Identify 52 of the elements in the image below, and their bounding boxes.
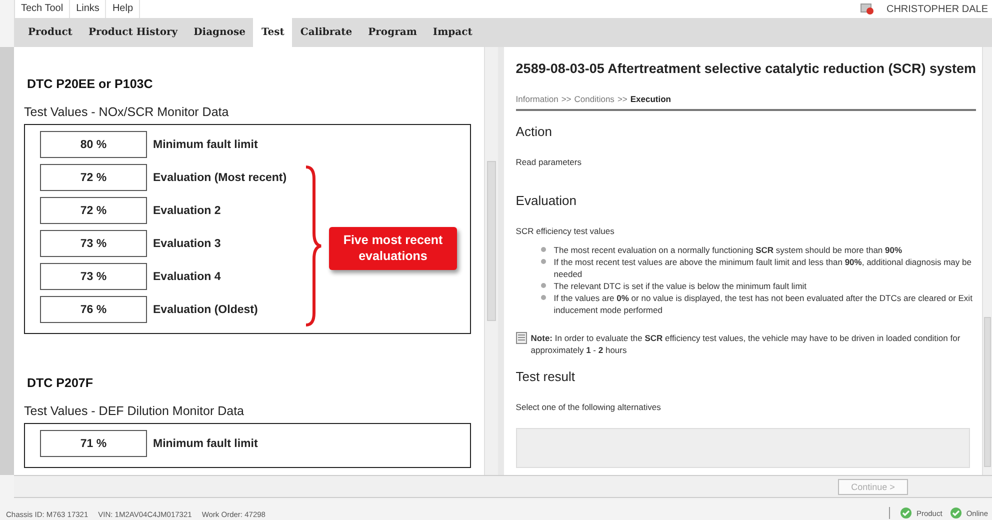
paragraph: Read parameters: [516, 157, 582, 167]
user-name: CHRISTOPHER DALE: [886, 4, 988, 14]
bullet-item: The relevant DTC is set if the value is below the minimum fault limit: [554, 280, 808, 292]
breadcrumb-item[interactable]: >>: [617, 94, 628, 104]
paragraph: Select one of the following alternatives: [516, 402, 662, 412]
user-icon: [860, 3, 874, 15]
value-cell: 76 %: [40, 296, 147, 323]
value-label: Evaluation 2: [153, 204, 221, 216]
note-icon: [516, 332, 527, 344]
value-cell: 80 %: [40, 131, 147, 158]
value-cell: 73 %: [40, 230, 147, 257]
section-heading: Test result: [516, 369, 576, 384]
note-text: Note: In order to evaluate the SCR efficiency test values, the vehicle may have to be driven in loaded condition for approximately 1 - 2 hours: [530, 332, 962, 356]
dtc-title: DTC P20EE or P103C: [27, 77, 154, 91]
value-cell: 72 %: [40, 164, 147, 191]
tab[interactable]: Product: [20, 18, 80, 47]
scrollbar[interactable]: [484, 47, 498, 475]
tab[interactable]: Calibrate: [292, 18, 360, 47]
bullet-icon: [540, 283, 546, 288]
breadcrumb-item[interactable]: >>: [561, 94, 572, 104]
breadcrumb-item[interactable]: Execution: [630, 94, 671, 104]
value-label: Minimum fault limit: [153, 138, 258, 150]
tab[interactable]: Test: [253, 18, 292, 47]
bullet-item: If the most recent test values are above the minimum fault limit and less than 90%, additional diagnosis may be needed: [554, 256, 972, 280]
value-label: Evaluation 4: [153, 270, 221, 282]
bullet-icon: [540, 247, 546, 252]
tab[interactable]: Program: [360, 18, 425, 47]
breadcrumb-item[interactable]: Information: [516, 94, 558, 104]
bullet-icon: [540, 259, 546, 264]
bullet-icon: [540, 295, 546, 300]
tab[interactable]: Product History: [80, 18, 186, 47]
dtc-title: DTC P207F: [27, 376, 94, 390]
value-label: Evaluation (Most recent): [153, 172, 287, 184]
bullet-item: The most recent evaluation on a normally functioning SCR system should be more than 90%: [554, 244, 904, 256]
value-cell: 73 %: [40, 263, 147, 290]
value-label: Evaluation (Oldest): [153, 304, 258, 316]
value-label: Evaluation 3: [153, 238, 221, 250]
tab[interactable]: Diagnose: [186, 18, 254, 47]
page-title: 2589-08-03-05 Aftertreatment selective catalytic reduction (SCR) system: [516, 61, 976, 76]
section-heading: Action: [516, 124, 553, 139]
value-cell: 71 %: [40, 430, 147, 457]
value-label: Minimum fault limit: [153, 438, 258, 450]
scrollbar[interactable]: [982, 47, 992, 475]
breadcrumb-item[interactable]: Conditions: [574, 94, 614, 104]
bullet-item: If the values are 0% or no value is displayed, the test has not been evaluated after the DTCs are cleared or Exit inducement mode performed: [554, 292, 974, 316]
paragraph: SCR efficiency test values: [516, 226, 616, 236]
value-cell: 72 %: [40, 197, 147, 224]
tab[interactable]: Impact: [424, 18, 480, 47]
section-heading: Evaluation: [516, 193, 578, 208]
section-subtitle: Test Values - DEF Dilution Monitor Data: [24, 404, 245, 418]
section-subtitle: Test Values - NOx/SCR Monitor Data: [24, 105, 230, 119]
callout-label: Five most recent evaluations: [329, 227, 457, 270]
